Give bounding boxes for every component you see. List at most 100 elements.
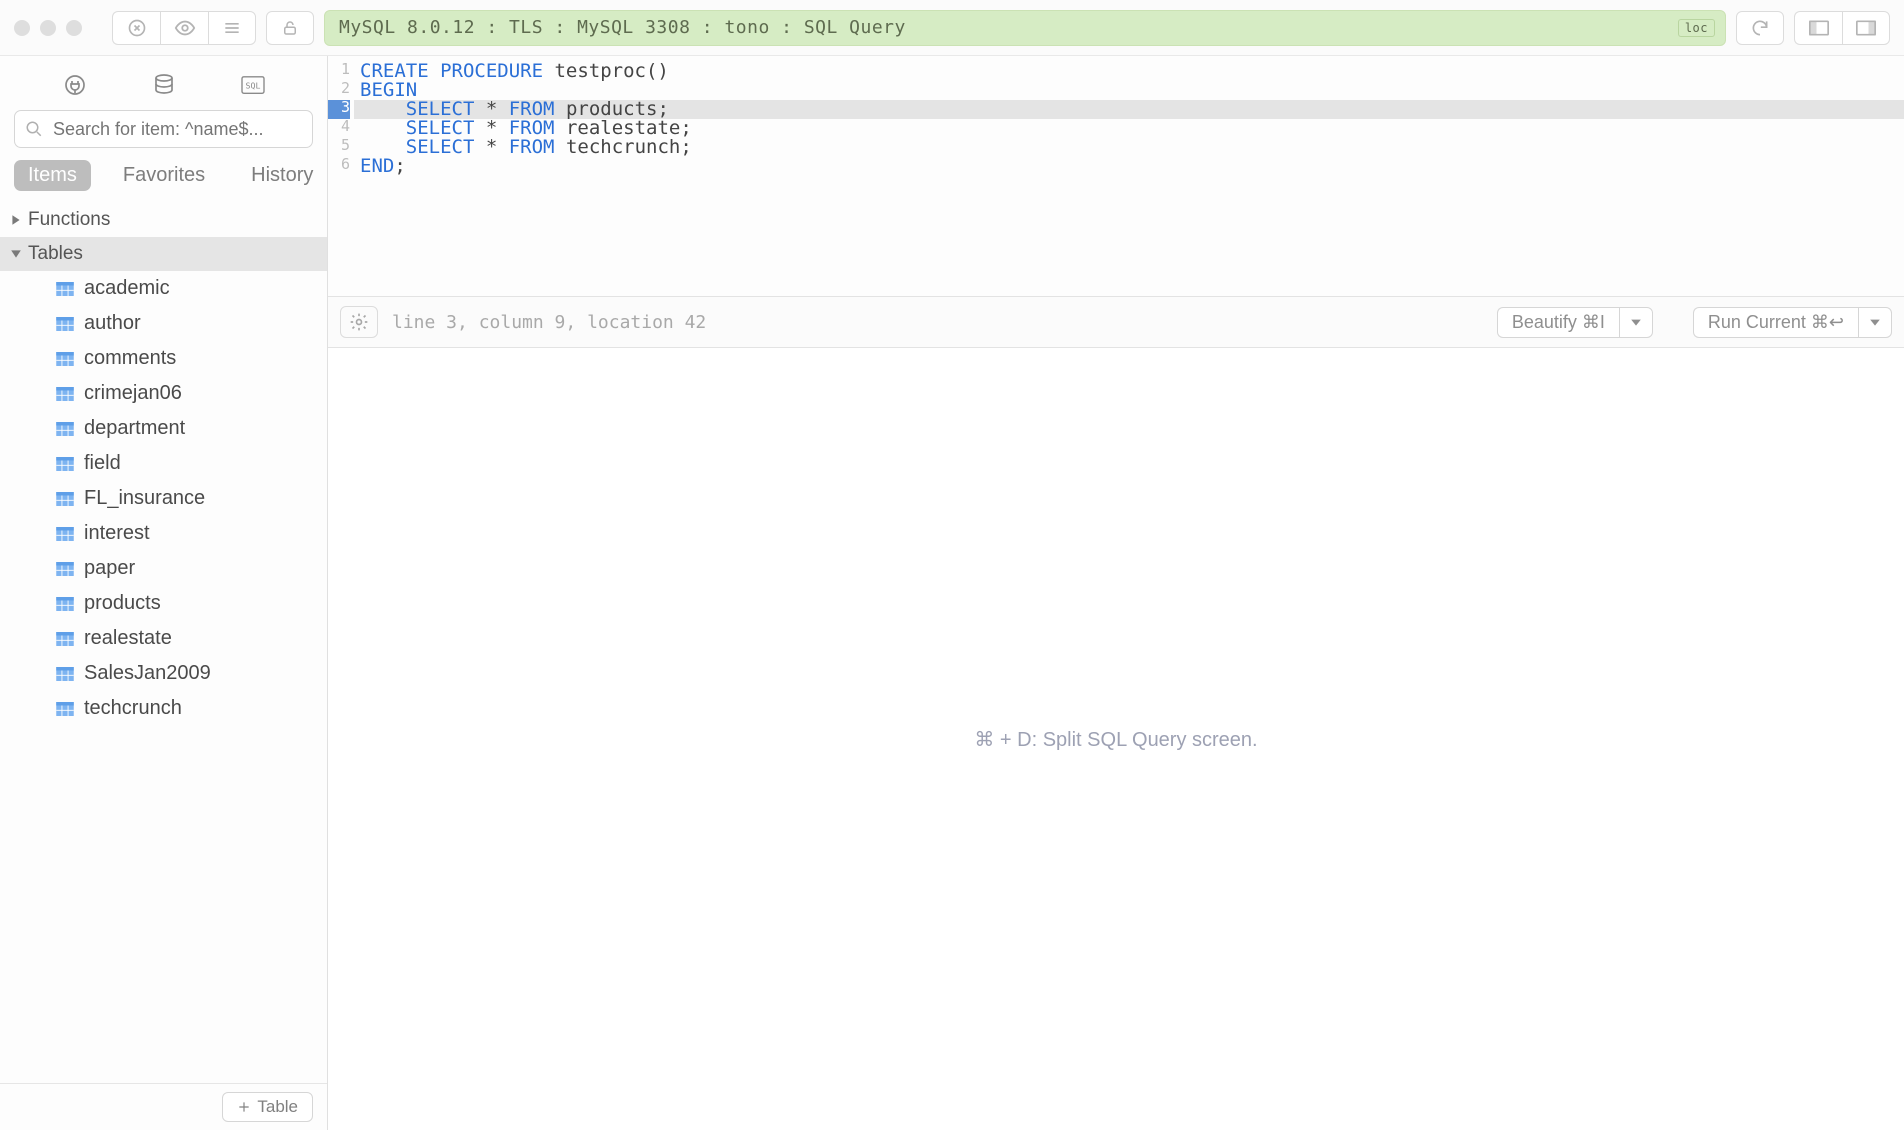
table-name: SalesJan2009: [84, 662, 211, 685]
connection-bar[interactable]: MySQL 8.0.12 : TLS : MySQL 3308 : tono :…: [324, 10, 1726, 46]
table-name: crimejan06: [84, 382, 182, 405]
app-window: MySQL 8.0.12 : TLS : MySQL 3308 : tono :…: [0, 0, 1904, 1130]
table-icon: [56, 527, 74, 541]
table-icon: [56, 492, 74, 506]
table-item[interactable]: interest: [56, 516, 327, 551]
table-item[interactable]: products: [56, 586, 327, 621]
search-input[interactable]: [51, 118, 300, 141]
results-hint: ⌘ + D: Split SQL Query screen.: [974, 727, 1257, 752]
toolbar-left-pane-button[interactable]: [1794, 11, 1842, 45]
lock-open-icon: [281, 18, 299, 38]
traffic-close[interactable]: [14, 20, 30, 36]
table-item[interactable]: paper: [56, 551, 327, 586]
table-item[interactable]: department: [56, 411, 327, 446]
tree-section-tables[interactable]: Tables: [0, 237, 327, 271]
code-line[interactable]: END;: [354, 157, 1904, 176]
run-label: Run Current ⌘↩: [1708, 312, 1844, 333]
beautify-group: Beautify ⌘I: [1497, 307, 1653, 338]
sidebar-tab-favorites[interactable]: Favorites: [109, 160, 219, 191]
eye-icon: [174, 17, 196, 39]
plus-icon: [237, 1100, 251, 1114]
sidebar-tab-items[interactable]: Items: [14, 160, 91, 191]
table-name: products: [84, 592, 161, 615]
beautify-button[interactable]: Beautify ⌘I: [1497, 307, 1619, 338]
app-body: SQL Items Favorites History Functions: [0, 56, 1904, 1130]
main-area: 123456 CREATE PROCEDURE testproc()BEGIN …: [328, 56, 1904, 1130]
table-icon: [56, 422, 74, 436]
chevron-right-icon: [10, 214, 22, 226]
tree-section-functions[interactable]: Functions: [0, 203, 327, 237]
traffic-zoom[interactable]: [66, 20, 82, 36]
table-name: realestate: [84, 627, 172, 650]
editor-settings-button[interactable]: [340, 306, 378, 338]
sql-icon: SQL: [240, 74, 266, 96]
table-icon: [56, 562, 74, 576]
table-list: academic author comments crimejan06 departme…: [0, 271, 327, 726]
sidebar-mode-plug[interactable]: [55, 70, 95, 100]
beautify-menu-button[interactable]: [1619, 307, 1653, 338]
table-item[interactable]: FL_insurance: [56, 481, 327, 516]
traffic-minimize[interactable]: [40, 20, 56, 36]
table-name: paper: [84, 557, 135, 580]
sidebar-search-wrap: [0, 110, 327, 160]
cursor-location: line 3, column 9, location 42: [392, 312, 706, 333]
toolbar-preview-button[interactable]: [160, 11, 208, 45]
sidebar: SQL Items Favorites History Functions: [0, 56, 328, 1130]
add-table-label: Table: [257, 1097, 298, 1117]
sidebar-mode-database[interactable]: [144, 70, 184, 100]
table-item[interactable]: SalesJan2009: [56, 656, 327, 691]
editor-gutter: 123456: [328, 56, 354, 296]
title-bar: MySQL 8.0.12 : TLS : MySQL 3308 : tono :…: [0, 0, 1904, 56]
toolbar-right-pane-button[interactable]: [1842, 11, 1890, 45]
add-table-button[interactable]: Table: [222, 1092, 313, 1122]
table-name: comments: [84, 347, 176, 370]
table-name: techcrunch: [84, 697, 182, 720]
table-icon: [56, 387, 74, 401]
editor-code[interactable]: CREATE PROCEDURE testproc()BEGIN SELECT …: [354, 56, 1904, 296]
chevron-down-icon: [1869, 316, 1881, 328]
chevron-down-icon: [1630, 316, 1642, 328]
table-item[interactable]: field: [56, 446, 327, 481]
toolbar-list-button[interactable]: [208, 11, 256, 45]
table-item[interactable]: author: [56, 306, 327, 341]
sql-editor[interactable]: 123456 CREATE PROCEDURE testproc()BEGIN …: [328, 56, 1904, 296]
toolbar-view-group: [112, 11, 256, 45]
connection-tag: loc: [1678, 19, 1715, 37]
run-menu-button[interactable]: [1858, 307, 1892, 338]
sidebar-mode-sql[interactable]: SQL: [233, 70, 273, 100]
table-item[interactable]: realestate: [56, 621, 327, 656]
toolbar-close-button[interactable]: [112, 11, 160, 45]
svg-text:SQL: SQL: [245, 81, 260, 91]
table-item[interactable]: comments: [56, 341, 327, 376]
tree-section-label: Tables: [28, 243, 83, 265]
table-icon: [56, 352, 74, 366]
table-item[interactable]: academic: [56, 271, 327, 306]
toolbar-refresh-button[interactable]: [1736, 11, 1784, 45]
pane-right-icon: [1856, 20, 1876, 36]
code-line[interactable]: CREATE PROCEDURE testproc(): [354, 62, 1904, 81]
close-circle-icon: [127, 18, 147, 38]
table-name: author: [84, 312, 141, 335]
table-icon: [56, 702, 74, 716]
table-icon: [56, 282, 74, 296]
sidebar-mode-icons: SQL: [0, 56, 327, 110]
table-icon: [56, 317, 74, 331]
database-icon: [152, 73, 176, 97]
connection-string: MySQL 8.0.12 : TLS : MySQL 3308 : tono :…: [339, 17, 906, 38]
toolbar-lock-button[interactable]: [266, 11, 314, 45]
chevron-down-icon: [10, 248, 22, 260]
table-name: academic: [84, 277, 170, 300]
results-pane: ⌘ + D: Split SQL Query screen.: [328, 348, 1904, 1130]
run-group: Run Current ⌘↩: [1693, 307, 1892, 338]
table-item[interactable]: techcrunch: [56, 691, 327, 726]
code-line[interactable]: SELECT * FROM techcrunch;: [354, 138, 1904, 157]
sidebar-tab-history[interactable]: History: [237, 160, 327, 191]
table-item[interactable]: crimejan06: [56, 376, 327, 411]
table-name: department: [84, 417, 185, 440]
table-icon: [56, 457, 74, 471]
search-field[interactable]: [14, 110, 313, 148]
run-button[interactable]: Run Current ⌘↩: [1693, 307, 1858, 338]
gear-icon: [349, 312, 369, 332]
editor-status-bar: line 3, column 9, location 42 Beautify ⌘…: [328, 296, 1904, 348]
sidebar-tabs: Items Favorites History: [0, 160, 327, 203]
